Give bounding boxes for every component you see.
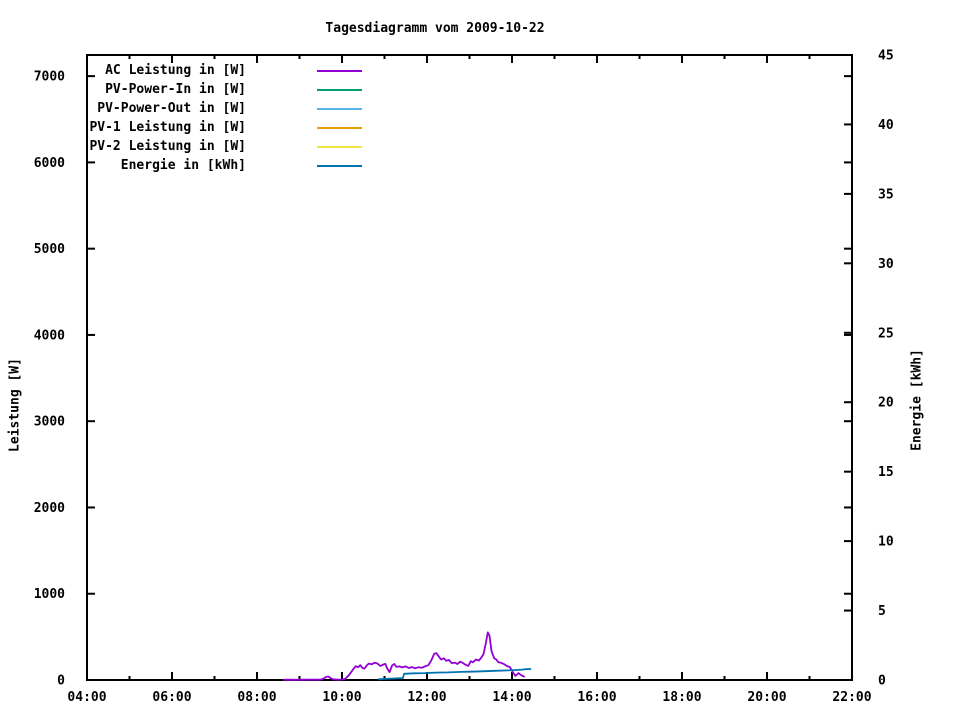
y2-tick-label: 20 bbox=[878, 396, 894, 411]
y1-tick-label: 2000 bbox=[34, 501, 65, 516]
x-tick-label: 22:00 bbox=[832, 690, 871, 705]
y1-tick-label: 0 bbox=[57, 674, 65, 689]
x-tick-label: 08:00 bbox=[237, 690, 276, 705]
legend-label: PV-2 Leistung in [W] bbox=[89, 139, 246, 154]
x-tick-label: 18:00 bbox=[662, 690, 701, 705]
legend-swatch bbox=[317, 146, 362, 148]
legend-swatch bbox=[317, 89, 362, 91]
legend-swatch bbox=[317, 108, 362, 110]
y1-tick-label: 5000 bbox=[34, 242, 65, 257]
y2-tick-label: 10 bbox=[878, 535, 894, 550]
y2-tick-label: 15 bbox=[878, 465, 894, 480]
chart-title: Tagesdiagramm vom 2009-10-22 bbox=[325, 21, 545, 36]
x-tick-label: 04:00 bbox=[67, 690, 106, 705]
y2-tick-label: 45 bbox=[878, 49, 894, 64]
y2-tick-label: 40 bbox=[878, 118, 894, 133]
x-tick-label: 20:00 bbox=[747, 690, 786, 705]
legend-label: AC Leistung in [W] bbox=[105, 63, 246, 78]
legend-label: Energie in [kWh] bbox=[120, 158, 246, 173]
y2-tick-label: 25 bbox=[878, 326, 894, 341]
y1-tick-label: 4000 bbox=[34, 328, 65, 343]
y2-tick-label: 35 bbox=[878, 187, 894, 202]
right-axis-title: Energie [kWh] bbox=[909, 349, 925, 451]
y2-tick-label: 30 bbox=[878, 257, 894, 272]
legend-label: PV-1 Leistung in [W] bbox=[89, 120, 246, 135]
y1-tick-label: 1000 bbox=[34, 587, 65, 602]
legend-swatch bbox=[317, 70, 362, 72]
x-tick-label: 14:00 bbox=[492, 690, 531, 705]
x-tick-label: 12:00 bbox=[407, 690, 446, 705]
x-tick-label: 16:00 bbox=[577, 690, 616, 705]
left-axis-title: Leistung [W] bbox=[7, 358, 23, 452]
series-ac-leistung-in-w- bbox=[283, 631, 526, 681]
x-tick-label: 06:00 bbox=[152, 690, 191, 705]
x-tick-label: 10:00 bbox=[322, 690, 361, 705]
y1-tick-label: 3000 bbox=[34, 415, 65, 430]
legend-label: PV-Power-In in [W] bbox=[105, 82, 246, 97]
y2-tick-label: 0 bbox=[878, 674, 886, 689]
series-energie-in-kwh- bbox=[378, 668, 532, 681]
y2-tick-label: 5 bbox=[878, 604, 886, 619]
legend-swatch bbox=[317, 127, 362, 129]
legend-label: PV-Power-Out in [W] bbox=[97, 101, 246, 116]
legend-swatch bbox=[317, 165, 362, 167]
